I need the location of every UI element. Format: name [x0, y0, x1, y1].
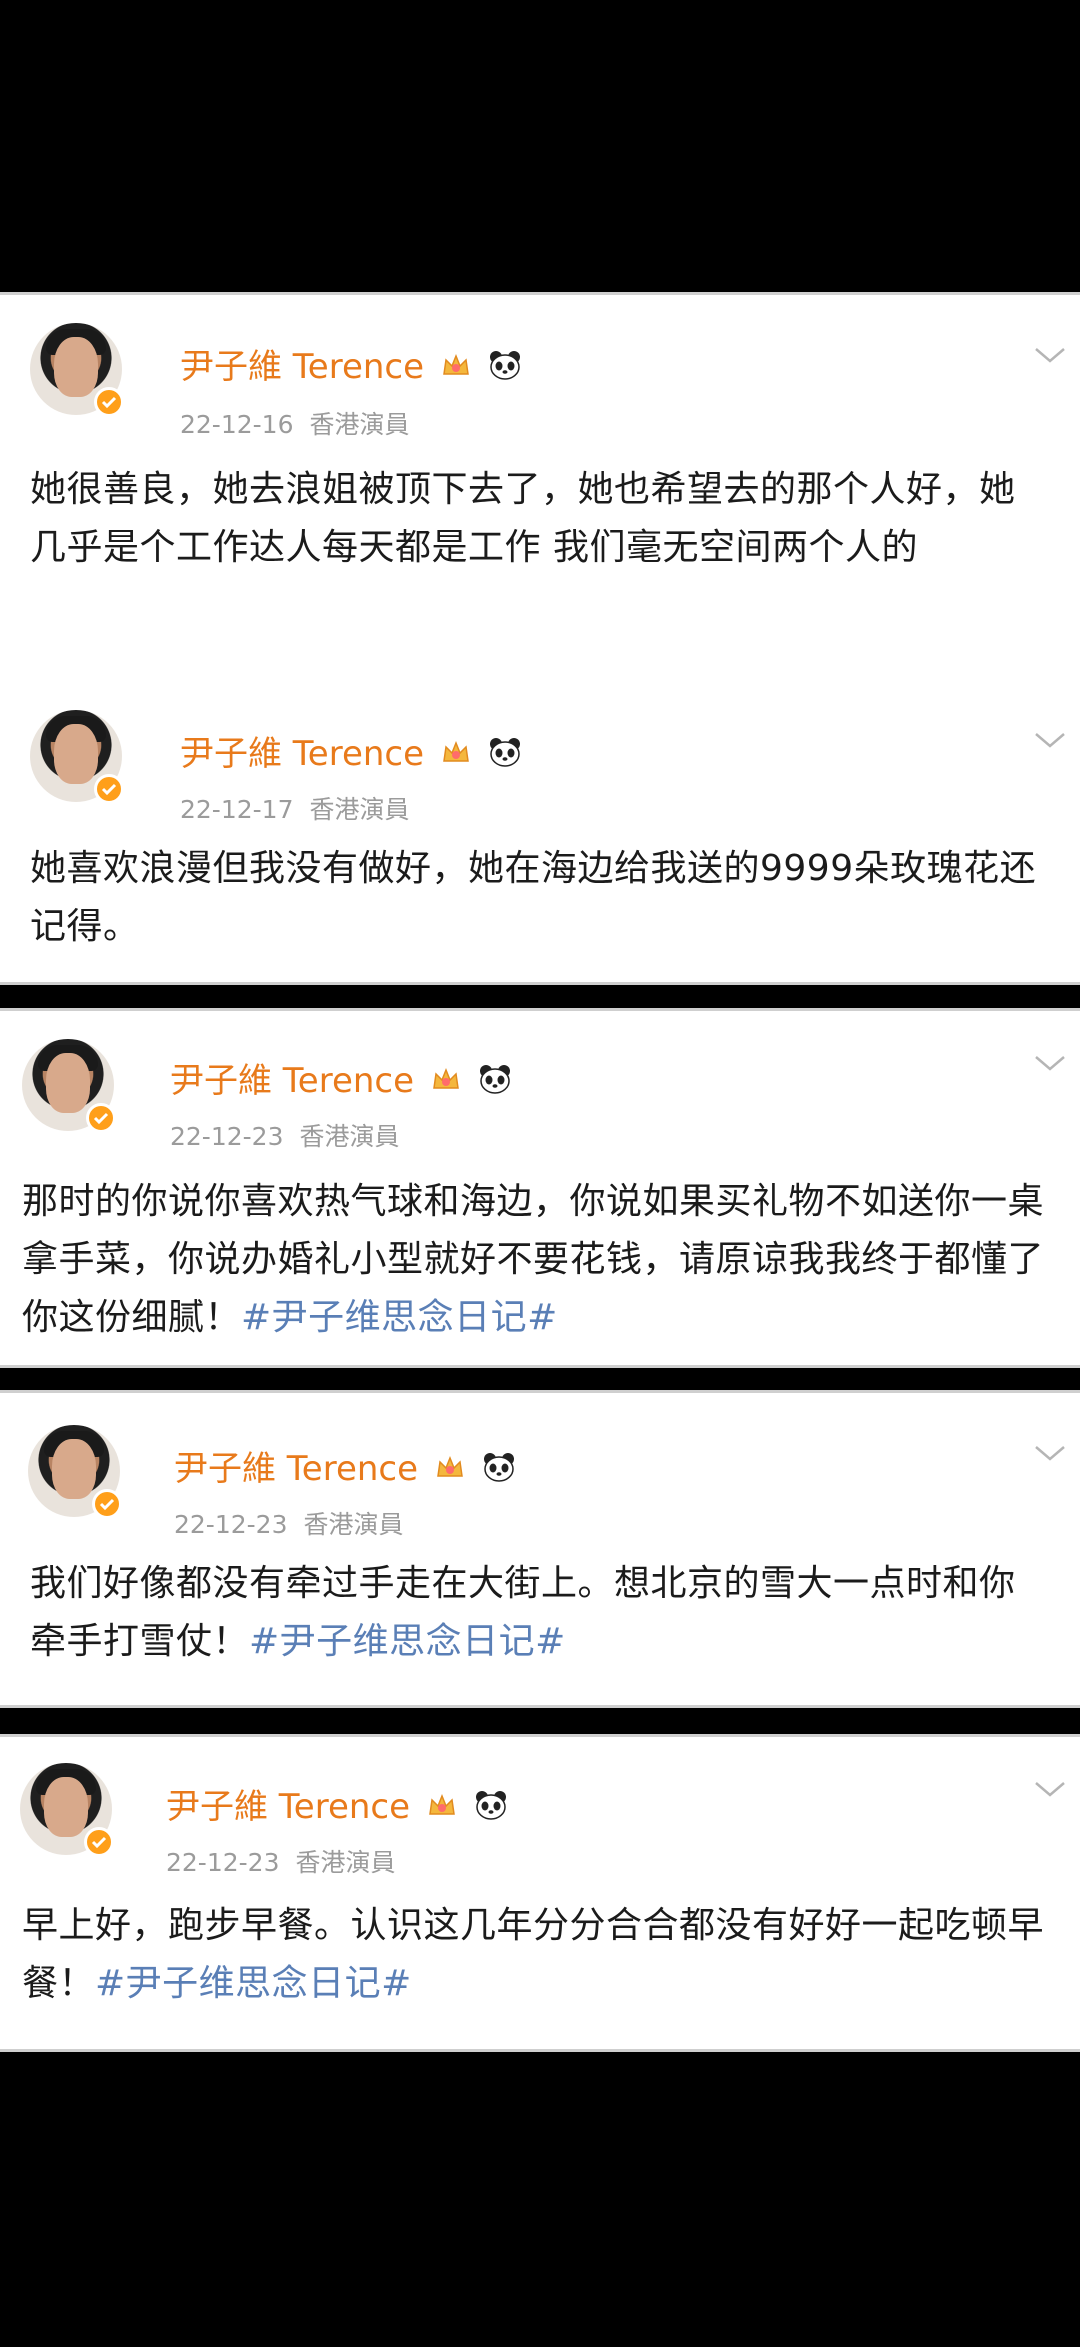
post-location: 香港演員: [299, 1122, 400, 1151]
post-item[interactable]: 尹子維 Terence 22-12-17 香港演員 她喜欢浪漫但我没有做好，她在海…: [0, 680, 1080, 980]
post-date: 22-12-23: [174, 1510, 288, 1539]
username-text: 尹子維 Terence: [170, 1061, 415, 1101]
post-date: 22-12-17: [180, 795, 294, 824]
username[interactable]: 尹子維 Terence: [166, 1779, 508, 1829]
screenshot-page: 尹子維 Terence 22-12-16 香港演員 她很善良，她去浪姐被顶下去了，…: [0, 0, 1080, 2347]
post-date: 22-12-16: [180, 410, 294, 439]
username[interactable]: 尹子維 Terence: [180, 339, 522, 389]
crown-badge-icon: [435, 1451, 465, 1491]
hashtag-link[interactable]: #尹子维思念日记#: [95, 1963, 412, 2004]
post-meta: 22-12-23 香港演員: [174, 1505, 404, 1541]
post-item[interactable]: 尹子維 Terence 22-12-23 香港演員 我们好像都没有牵过手走在大街上…: [0, 1393, 1080, 1711]
post-card[interactable]: 尹子維 Terence 22-12-23 香港演員 那时的你说你喜欢热气球和海边，…: [0, 1008, 1080, 1368]
avatar[interactable]: [20, 1763, 114, 1857]
post-meta: 22-12-16 香港演員: [180, 405, 410, 441]
crown-badge-icon: [431, 1063, 461, 1103]
crown-badge-icon: [441, 349, 471, 389]
post-card-group: 尹子維 Terence 22-12-16 香港演員 她很善良，她去浪姐被顶下去了，…: [0, 292, 1080, 985]
chevron-down-icon[interactable]: [1032, 728, 1068, 752]
panda-icon: [488, 736, 522, 776]
post-text-content: 她很善良，她去浪姐被顶下去了，她也希望去的那个人好，她几乎是个工作达人每天都是工…: [30, 469, 1016, 568]
verified-icon: [86, 1103, 116, 1133]
post-location: 香港演員: [309, 410, 410, 439]
panda-icon: [478, 1063, 512, 1103]
hashtag-link[interactable]: #尹子维思念日记#: [249, 1621, 566, 1662]
post-meta: 22-12-17 香港演員: [180, 790, 410, 826]
post-text: 她喜欢浪漫但我没有做好，她在海边给我送的9999朵玫瑰花还记得。: [30, 840, 1050, 956]
panda-icon: [474, 1789, 508, 1829]
avatar[interactable]: [22, 1039, 116, 1133]
post-item[interactable]: 尹子維 Terence 22-12-23 香港演員 那时的你说你喜欢热气球和海边，…: [0, 1011, 1080, 1371]
post-text-content: 她喜欢浪漫但我没有做好，她在海边给我送的9999朵玫瑰花还记得。: [30, 848, 1037, 947]
verified-icon: [84, 1827, 114, 1857]
crown-badge-icon: [441, 736, 471, 776]
panda-icon: [488, 349, 522, 389]
avatar[interactable]: [30, 710, 124, 804]
verified-icon: [94, 387, 124, 417]
username-text: 尹子維 Terence: [180, 734, 425, 774]
username-text: 尹子維 Terence: [174, 1449, 419, 1489]
chevron-down-icon[interactable]: [1032, 1441, 1068, 1465]
username-text: 尹子維 Terence: [180, 347, 425, 387]
post-meta: 22-12-23 香港演員: [170, 1117, 400, 1153]
username[interactable]: 尹子維 Terence: [170, 1053, 512, 1103]
crown-badge-icon: [427, 1789, 457, 1829]
post-location: 香港演員: [295, 1848, 396, 1877]
post-item[interactable]: 尹子維 Terence 22-12-23 香港演員 早上好，跑步早餐。认识这几年分…: [0, 1737, 1080, 2055]
username[interactable]: 尹子維 Terence: [174, 1441, 516, 1491]
avatar[interactable]: [28, 1425, 122, 1519]
post-text: 那时的你说你喜欢热气球和海边，你说如果买礼物不如送你一桌拿手菜，你说办婚礼小型就…: [22, 1173, 1050, 1347]
username[interactable]: 尹子維 Terence: [180, 726, 522, 776]
post-item[interactable]: 尹子維 Terence 22-12-16 香港演員 她很善良，她去浪姐被顶下去了，…: [0, 295, 1080, 640]
post-card[interactable]: 尹子維 Terence 22-12-23 香港演員 早上好，跑步早餐。认识这几年分…: [0, 1734, 1080, 2052]
chevron-down-icon[interactable]: [1032, 1051, 1068, 1075]
username-text: 尹子維 Terence: [166, 1787, 411, 1827]
chevron-down-icon[interactable]: [1032, 1777, 1068, 1801]
post-text: 早上好，跑步早餐。认识这几年分分合合都没有好好一起吃顿早餐！#尹子维思念日记#: [22, 1897, 1050, 2013]
post-location: 香港演員: [309, 795, 410, 824]
post-location: 香港演員: [303, 1510, 404, 1539]
post-date: 22-12-23: [166, 1848, 280, 1877]
post-meta: 22-12-23 香港演員: [166, 1843, 396, 1879]
post-date: 22-12-23: [170, 1122, 284, 1151]
chevron-down-icon[interactable]: [1032, 343, 1068, 367]
post-text: 她很善良，她去浪姐被顶下去了，她也希望去的那个人好，她几乎是个工作达人每天都是工…: [30, 461, 1050, 577]
post-text: 我们好像都没有牵过手走在大街上。想北京的雪大一点时和你牵手打雪仗！#尹子维思念日…: [30, 1555, 1050, 1671]
post-card[interactable]: 尹子維 Terence 22-12-23 香港演員 我们好像都没有牵过手走在大街上…: [0, 1390, 1080, 1708]
verified-icon: [92, 1489, 122, 1519]
verified-icon: [94, 774, 124, 804]
hashtag-link[interactable]: #尹子维思念日记#: [241, 1297, 558, 1338]
avatar[interactable]: [30, 323, 124, 417]
panda-icon: [482, 1451, 516, 1491]
